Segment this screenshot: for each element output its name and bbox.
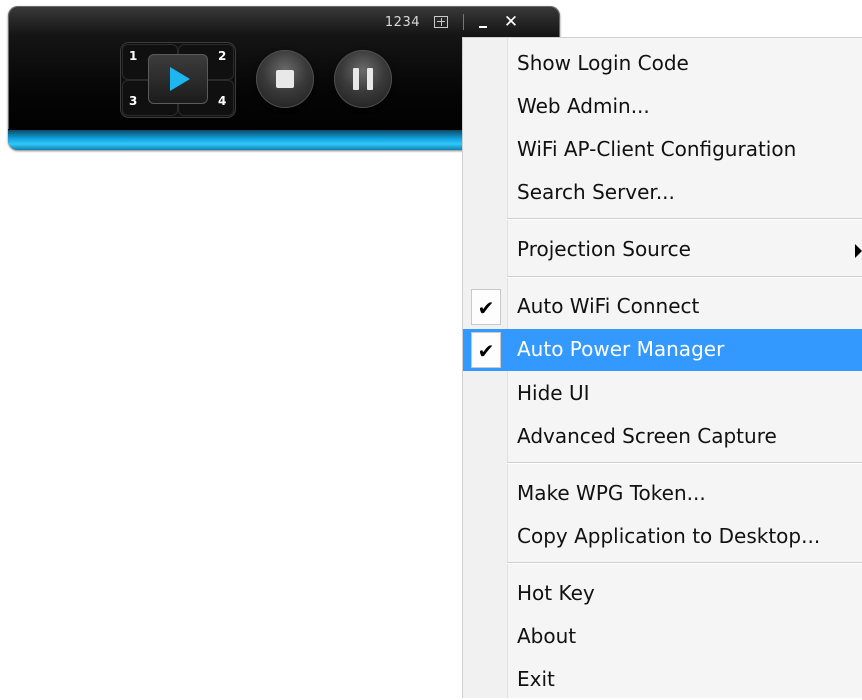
menu-item-hot-key[interactable]: Hot Key bbox=[463, 574, 862, 614]
menu-item-label: About bbox=[517, 624, 577, 648]
checkmark-icon: ✔ bbox=[471, 289, 501, 325]
menu-item-label: WiFi AP-Client Configuration bbox=[517, 137, 797, 161]
menu-item-advanced-screen-capture[interactable]: Advanced Screen Capture bbox=[463, 417, 862, 457]
context-menu: Show Login Code Web Admin... WiFi AP-Cli… bbox=[462, 37, 862, 698]
quadrant-label-1: 1 bbox=[129, 49, 138, 63]
menu-separator bbox=[507, 462, 862, 464]
menu-item-label: Search Server... bbox=[517, 180, 675, 204]
menu-item-label: Auto WiFi Connect bbox=[517, 294, 700, 318]
play-icon bbox=[170, 67, 190, 91]
menu-item-label: Hot Key bbox=[517, 581, 595, 605]
menu-item-show-login-code[interactable]: Show Login Code bbox=[463, 44, 862, 84]
menu-item-copy-application[interactable]: Copy Application to Desktop... bbox=[463, 517, 862, 557]
submenu-arrow-icon bbox=[855, 244, 862, 258]
menu-item-label: Exit bbox=[517, 667, 555, 691]
menu-item-make-wpg-token[interactable]: Make WPG Token... bbox=[463, 474, 862, 514]
menu-item-label: Web Admin... bbox=[517, 94, 650, 118]
menu-item-about[interactable]: About bbox=[463, 617, 862, 657]
title-separator bbox=[463, 14, 464, 30]
minimize-icon[interactable] bbox=[474, 14, 492, 32]
pause-button[interactable] bbox=[334, 50, 392, 108]
menu-item-search-server[interactable]: Search Server... bbox=[463, 173, 862, 213]
menu-item-hide-ui[interactable]: Hide UI bbox=[463, 374, 862, 414]
menu-separator bbox=[507, 218, 862, 220]
menu-item-label: Hide UI bbox=[517, 381, 590, 405]
menu-item-label: Auto Power Manager bbox=[517, 337, 725, 361]
quadrant-label-4: 4 bbox=[218, 94, 227, 108]
menu-item-auto-wifi-connect[interactable]: ✔ Auto WiFi Connect bbox=[463, 287, 862, 327]
quadrant-label-2: 2 bbox=[218, 49, 227, 63]
menu-item-label: Show Login Code bbox=[517, 51, 689, 75]
menu-item-label: Projection Source bbox=[517, 237, 691, 261]
quadrant-label-3: 3 bbox=[129, 94, 138, 108]
status-code: 1234 bbox=[384, 15, 420, 30]
menu-separator bbox=[507, 562, 862, 564]
layout-grid-icon[interactable] bbox=[434, 16, 448, 28]
stop-button[interactable] bbox=[256, 50, 314, 108]
menu-item-auto-power-manager[interactable]: ✔ Auto Power Manager bbox=[463, 329, 862, 371]
menu-item-label: Advanced Screen Capture bbox=[517, 424, 777, 448]
menu-separator bbox=[507, 276, 862, 278]
menu-item-exit[interactable]: Exit bbox=[463, 660, 862, 700]
menu-item-label: Make WPG Token... bbox=[517, 481, 706, 505]
menu-item-web-admin[interactable]: Web Admin... bbox=[463, 87, 862, 127]
play-button[interactable] bbox=[148, 54, 208, 104]
stop-icon bbox=[276, 70, 294, 88]
checkmark-icon: ✔ bbox=[471, 332, 501, 368]
menu-item-label: Copy Application to Desktop... bbox=[517, 524, 821, 548]
close-icon[interactable]: ✕ bbox=[502, 12, 520, 32]
menu-item-wifi-ap-client-config[interactable]: WiFi AP-Client Configuration bbox=[463, 130, 862, 170]
menu-item-projection-source[interactable]: Projection Source bbox=[463, 230, 862, 270]
